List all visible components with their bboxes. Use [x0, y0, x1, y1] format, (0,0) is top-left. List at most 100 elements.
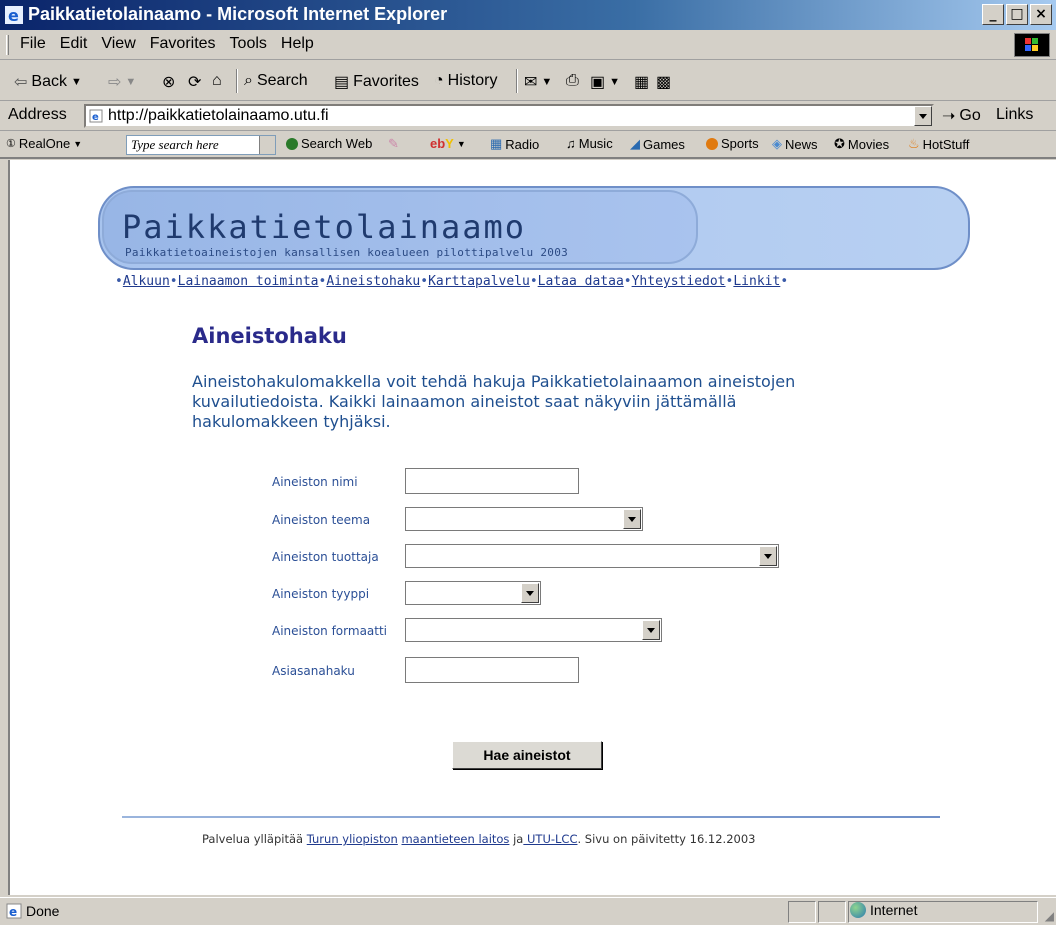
realone-search-input[interactable]: Type search here [126, 135, 276, 155]
hotstuff-button[interactable]: ♨ HotStuff [908, 136, 969, 152]
footer-link-utu-lcc[interactable]: UTU-LCC [523, 832, 578, 846]
messenger-icon: ▩ [656, 74, 672, 91]
close-button[interactable]: × [1030, 4, 1052, 25]
radio-button[interactable]: ▦ Radio [490, 136, 539, 152]
search-web-button[interactable]: Search Web [286, 136, 372, 151]
status-text: Done [26, 903, 60, 919]
zone-label: Internet [870, 902, 918, 918]
menu-help[interactable]: Help [281, 35, 314, 53]
format-label: Aineiston formaatti [272, 624, 388, 638]
history-button[interactable]: ◔ History [434, 72, 497, 90]
messenger-button[interactable]: ▩ [656, 72, 671, 92]
nav-bullet: • [623, 274, 632, 289]
refresh-button[interactable]: ⟳ [188, 72, 201, 92]
mail-button[interactable]: ✉ ▼ [524, 72, 552, 92]
svg-text:e: e [92, 112, 99, 123]
footer-text: ja [509, 832, 524, 846]
back-button[interactable]: ⇦ Back ▼ [14, 72, 82, 92]
resize-grip-icon[interactable]: ◢ [1045, 909, 1054, 923]
nav-linkit[interactable]: Linkit [733, 274, 780, 289]
window-controls: _ □ × [982, 4, 1052, 25]
highlight-button[interactable]: ✎ [388, 136, 399, 152]
footer-link-university[interactable]: Turun yliopiston [307, 832, 398, 846]
nav-alkuun[interactable]: Alkuun [123, 274, 170, 289]
stop-button[interactable]: ⊗ [162, 72, 175, 92]
keyword-input[interactable] [405, 657, 579, 683]
film-reel-icon: ✪ [834, 136, 845, 151]
discuss-icon: ▦ [634, 74, 650, 91]
print-button[interactable]: ⎙ [566, 72, 579, 90]
chevron-down-icon[interactable] [759, 546, 777, 566]
toolbar-separator [236, 69, 238, 93]
games-button[interactable]: ◢ Games [630, 136, 685, 152]
menu-file[interactable]: File [20, 35, 46, 53]
address-url: http://paikkatietolainaamo.utu.fi [108, 107, 329, 124]
type-select[interactable] [405, 581, 541, 605]
search-label: Search [256, 72, 308, 89]
history-label: History [447, 72, 498, 89]
svg-text:e: e [8, 6, 19, 25]
address-label: Address [8, 106, 67, 123]
edit-button[interactable]: ▣ ▼ [590, 72, 620, 92]
favorites-button[interactable]: ▤ Favorites [334, 72, 419, 92]
address-input[interactable]: e http://paikkatietolainaamo.utu.fi [84, 104, 934, 128]
menu-edit[interactable]: Edit [60, 35, 88, 53]
links-button[interactable]: Links [996, 106, 1033, 124]
search-button[interactable]: ⌕ Search [244, 72, 308, 90]
search-submit-button[interactable]: Hae aineistot [452, 741, 602, 769]
nav-aineistohaku[interactable]: Aineistohaku [326, 274, 420, 289]
nav-bullet: • [115, 274, 123, 289]
go-button[interactable]: ➝ Go [942, 106, 981, 126]
ebay-logo-icon: ebY [430, 136, 454, 151]
format-select[interactable] [405, 618, 662, 642]
mail-icon: ✉ [524, 74, 538, 91]
news-button[interactable]: ◈ News [772, 136, 818, 152]
chevron-down-icon[interactable] [623, 509, 641, 529]
title-bar: e Paikkatietolainaamo - Microsoft Intern… [0, 0, 1056, 30]
menu-favorites[interactable]: Favorites [150, 35, 216, 53]
maximize-button[interactable]: □ [1006, 4, 1028, 25]
back-arrow-icon: ⇦ [14, 74, 28, 91]
nav-lataa-dataa[interactable]: Lataa dataa [538, 274, 624, 289]
print-icon: ⎙ [566, 72, 579, 89]
chevron-down-icon[interactable] [521, 583, 539, 603]
minimize-button[interactable]: _ [982, 4, 1004, 25]
news-icon: ◈ [772, 136, 782, 151]
producer-select[interactable] [405, 544, 779, 568]
menu-bar: File Edit View Favorites Tools Help [0, 30, 1056, 60]
discuss-button[interactable]: ▦ [634, 72, 649, 92]
address-dropdown-button[interactable] [914, 106, 932, 126]
nav-yhteystiedot[interactable]: Yhteystiedot [632, 274, 726, 289]
nav-lainaamon-toiminta[interactable]: Lainaamon toiminta [178, 274, 319, 289]
realone-search-placeholder: Type search here [131, 137, 219, 152]
sports-button[interactable]: Sports [706, 136, 759, 151]
home-button[interactable]: ⌂ [212, 72, 222, 90]
ebay-button[interactable]: ebY ▼ [430, 136, 466, 151]
forward-arrow-icon: ⇨ [108, 74, 122, 91]
menu-tools[interactable]: Tools [230, 35, 267, 53]
realone-search-dropdown[interactable] [259, 136, 275, 154]
realone-button[interactable]: ① RealOne ▼ [6, 136, 82, 151]
radio-icon: ▦ [490, 136, 503, 151]
forward-button[interactable]: ⇨ ▼ [108, 72, 136, 92]
status-bar: e Done Internet ◢ [0, 897, 1056, 925]
name-input[interactable] [405, 468, 579, 494]
word-icon: ▣ [590, 74, 606, 91]
page-icon: e [89, 109, 103, 123]
globe-icon [850, 902, 866, 918]
movies-label: Movies [847, 136, 890, 152]
menu-view[interactable]: View [101, 35, 135, 53]
standard-toolbar: ⇦ Back ▼ ⇨ ▼ ⊗ ⟳ ⌂ ⌕ Search ▤ Favorites … [0, 61, 1056, 101]
footer-link-department[interactable]: maantieteen laitos [401, 832, 509, 846]
chevron-down-icon[interactable] [642, 620, 660, 640]
theme-label: Aineiston teema [272, 513, 371, 527]
menu-grip [6, 35, 9, 55]
movies-button[interactable]: ✪ Movies [834, 136, 889, 152]
flame-icon: ♨ [908, 136, 920, 151]
theme-select[interactable] [405, 507, 643, 531]
games-label: Games [643, 136, 685, 152]
page-done-icon: e [6, 903, 22, 919]
music-button[interactable]: ♫ Music [566, 136, 613, 151]
nav-karttapalvelu[interactable]: Karttapalvelu [428, 274, 530, 289]
hotstuff-label: HotStuff [922, 136, 970, 152]
